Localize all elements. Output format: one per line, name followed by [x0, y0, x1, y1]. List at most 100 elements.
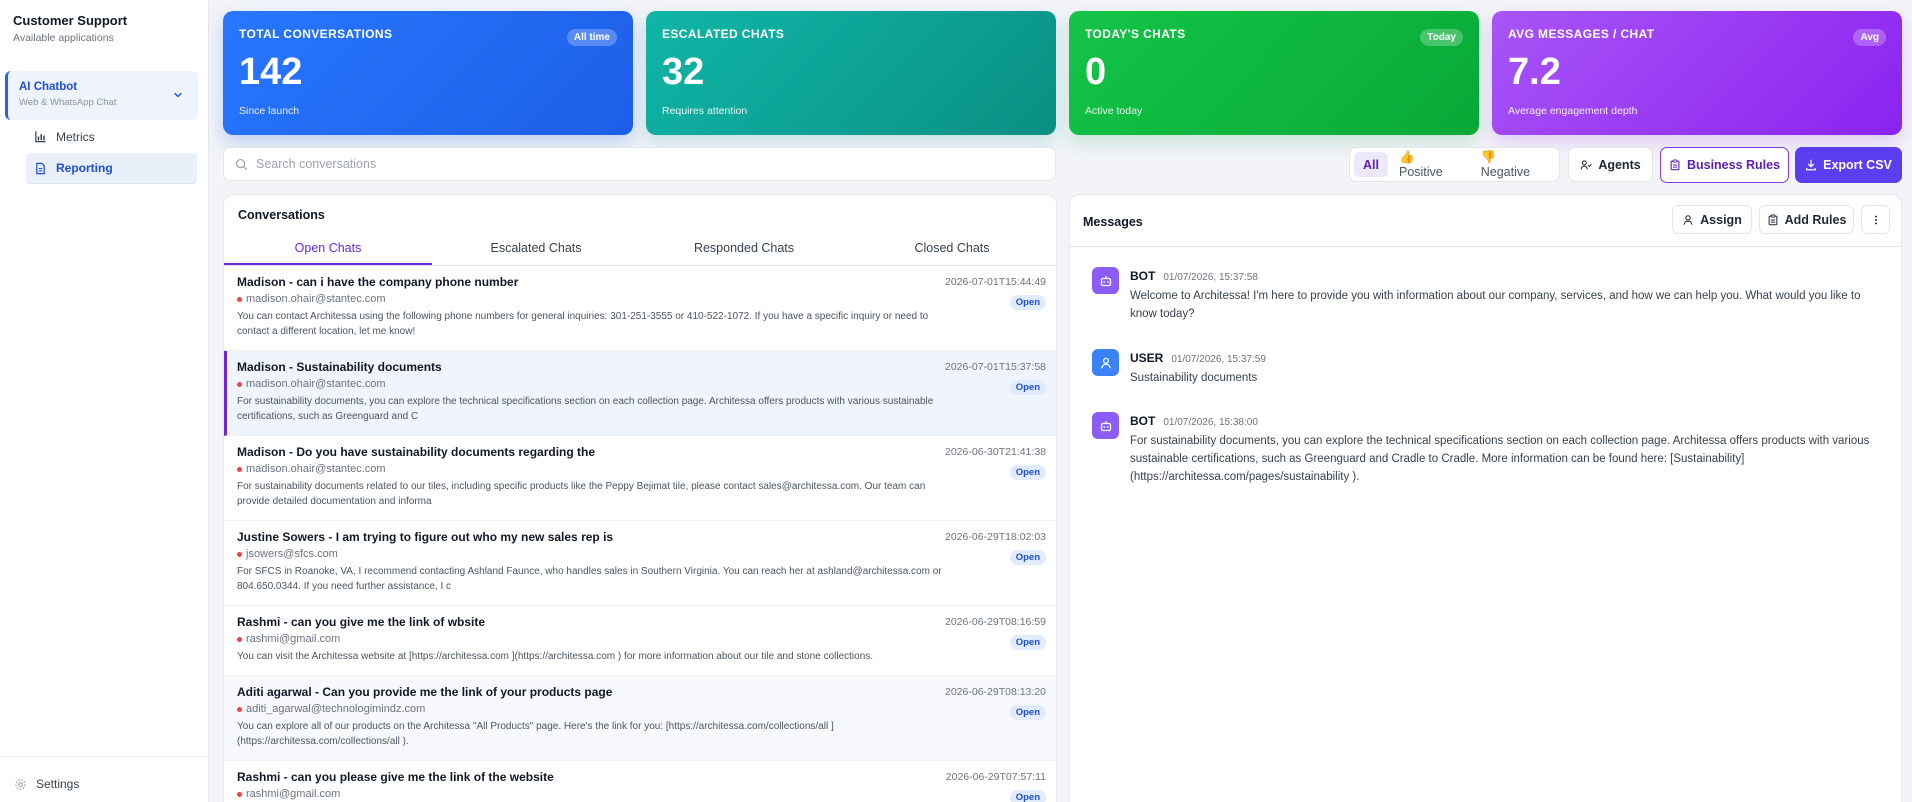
conversation-email: madison.ohair@stantec.com [237, 463, 1046, 475]
status-dot [237, 706, 242, 712]
robot-icon [1100, 420, 1111, 431]
stat-value: 0 [1085, 51, 1107, 93]
stat-subtitle: Average engagement depth [1508, 105, 1638, 117]
conversation-row[interactable]: Madison - Do you have sustainability doc… [224, 436, 1056, 521]
conversations-panel: Conversations Open Chats Escalated Chats… [223, 194, 1057, 802]
message-item: BOT 01/07/2026, 15:38:00 For sustainabil… [1092, 412, 1882, 492]
conversation-time: 2026-06-29T07:57:11 [945, 771, 1046, 783]
export-csv-label: Export CSV [1823, 158, 1892, 172]
status-badge: Open [1009, 790, 1046, 802]
status-dot [237, 791, 242, 797]
status-badge: Open [1009, 295, 1046, 310]
stat-card-escalated-chats: Escalated Chats 32 Requires attention [646, 11, 1056, 135]
more-options-button[interactable] [1861, 205, 1890, 234]
conversation-time: 2026-06-29T08:16:59 [945, 616, 1046, 628]
brand-title: Customer Support [13, 13, 128, 28]
conversation-title: Madison - Do you have sustainability doc… [237, 445, 596, 459]
stat-badge: All time [566, 29, 617, 46]
sentiment-filter: All 👍 Positive 👎 Negative [1349, 147, 1560, 182]
message-time: 01/07/2026, 15:38:00 [1163, 417, 1258, 428]
conversation-row[interactable]: Madison - can i have the company phone n… [224, 266, 1056, 351]
users-icon [1581, 159, 1593, 169]
status-dot [237, 551, 242, 557]
filter-negative[interactable]: 👎 Negative [1472, 150, 1557, 179]
assign-button[interactable]: Assign [1672, 205, 1752, 234]
clipboard-icon [1768, 214, 1777, 225]
message-text: For sustainability documents, you can ex… [1130, 435, 1870, 483]
email-text: madison.ohair@stantec.com [246, 378, 386, 390]
status-dot [237, 636, 242, 642]
stat-subtitle: Active today [1085, 105, 1143, 117]
conversation-preview: You can visit the Architessa website at … [237, 651, 874, 662]
tab-open-chats[interactable]: Open Chats [224, 231, 432, 265]
status-dot [237, 296, 242, 302]
status-dot [237, 466, 242, 472]
sidebar-item-label: Reporting [56, 161, 113, 175]
filter-positive[interactable]: 👍 Positive [1390, 150, 1470, 179]
tab-closed-chats[interactable]: Closed Chats [848, 231, 1056, 265]
email-text: jsowers@sfcs.com [246, 548, 338, 560]
message-sender: USER [1130, 351, 1164, 365]
conversation-row[interactable]: Rashmi - can you give me the link of wbs… [224, 606, 1056, 676]
email-text: rashmi@gmail.com [246, 788, 341, 800]
message-text: Welcome to Architessa! I'm here to provi… [1130, 290, 1861, 320]
stat-value: 142 [239, 51, 303, 93]
message-time: 01/07/2026, 15:37:58 [1163, 272, 1258, 283]
stat-subtitle: Requires attention [662, 105, 748, 117]
add-rules-button[interactable]: Add Rules [1759, 205, 1854, 234]
tab-responded-chats[interactable]: Responded Chats [640, 231, 848, 265]
conversation-title: Justine Sowers - I am trying to figure o… [237, 530, 614, 544]
status-badge: Open [1009, 380, 1046, 395]
conversation-row[interactable]: Madison - Sustainability documents 2026-… [224, 351, 1056, 436]
conversation-preview: For sustainability documents, you can ex… [237, 396, 934, 422]
message-sender: BOT [1130, 269, 1156, 283]
conversation-title: Madison - Sustainability documents [237, 360, 442, 374]
sidebar-item-metrics[interactable]: Metrics [26, 121, 197, 152]
agents-button[interactable]: Agents [1568, 147, 1653, 182]
app-selector-ai-chatbot[interactable]: AI Chatbot Web & WhatsApp Chat [5, 71, 198, 120]
sidebar-item-label: Metrics [56, 129, 95, 144]
conversation-row[interactable]: Justine Sowers - I am trying to figure o… [224, 521, 1056, 606]
sidebar-item-reporting[interactable]: Reporting [26, 153, 197, 184]
search-icon [235, 158, 248, 170]
divider [0, 756, 209, 757]
message-item: USER 01/07/2026, 15:37:59 Sustainability… [1092, 349, 1882, 393]
gear-icon [15, 778, 26, 790]
filter-all[interactable]: All [1354, 152, 1388, 177]
status-dot [237, 381, 242, 387]
conversation-title: Aditi agarwal - Can you provide me the l… [237, 685, 613, 699]
stat-badge: Avg [1853, 29, 1886, 46]
brand-subtitle: Available applications [13, 32, 114, 44]
export-csv-button[interactable]: Export CSV [1795, 147, 1902, 183]
sidebar: Customer Support Available applications … [0, 0, 209, 802]
conversation-time: 2026-06-29T18:02:03 [945, 531, 1046, 543]
conversations-title: Conversations [238, 208, 325, 222]
chevron-down-icon[interactable] [172, 89, 184, 101]
messages-panel: Messages Assign Add Rules BOT 01/07/2026… [1069, 194, 1902, 802]
stat-card-todays-chats: Today's Chats Today 0 Active today [1069, 11, 1479, 135]
conversation-title: Rashmi - can you give me the link of wbs… [237, 615, 486, 629]
user-avatar [1092, 349, 1119, 376]
conversation-time: 2026-06-29T08:13:20 [945, 686, 1046, 698]
clipboard-icon [1670, 159, 1680, 171]
user-icon [1683, 214, 1693, 225]
email-text: madison.ohair@stantec.com [246, 463, 386, 475]
conversation-row[interactable]: Rashmi - can you please give me the link… [224, 761, 1056, 802]
document-icon [36, 162, 45, 174]
conversation-email: aditi_agarwal@technologimindz.com [237, 703, 1046, 715]
tab-escalated-chats[interactable]: Escalated Chats [432, 231, 640, 265]
sidebar-item-settings[interactable]: Settings [14, 777, 79, 791]
message-text: Sustainability documents [1130, 372, 1258, 384]
stat-badge: Today [1420, 29, 1463, 46]
search-box[interactable] [223, 147, 1056, 181]
stat-value: 7.2 [1508, 51, 1561, 93]
business-rules-button[interactable]: Business Rules [1660, 147, 1789, 183]
stat-label: Avg Messages / Chat [1508, 27, 1655, 41]
search-input[interactable] [256, 157, 1036, 171]
business-rules-label: Business Rules [1686, 158, 1781, 172]
conversation-row[interactable]: Aditi agarwal - Can you provide me the l… [224, 676, 1056, 761]
conversation-title: Madison - can i have the company phone n… [237, 275, 519, 289]
user-icon [1100, 357, 1111, 368]
message-meta: BOT 01/07/2026, 15:37:58 [1130, 269, 1258, 283]
status-badge: Open [1009, 705, 1046, 720]
